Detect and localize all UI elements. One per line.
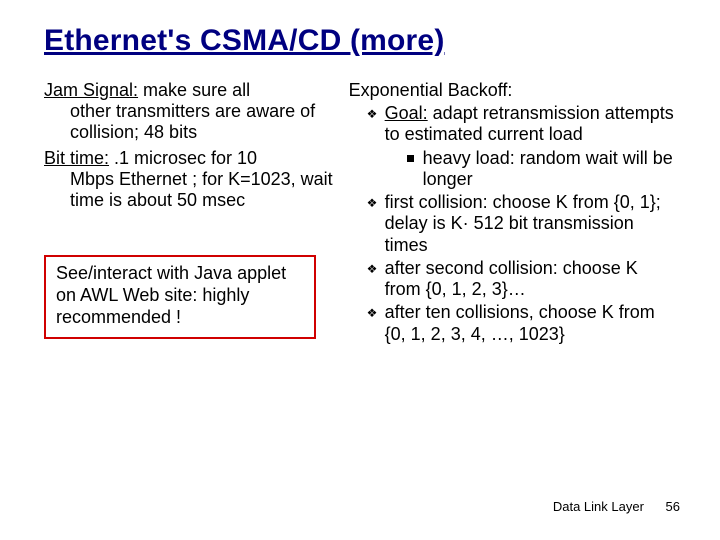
- goal-label: Goal:: [385, 103, 428, 123]
- list-item: Goal: adapt retransmission attempts to e…: [367, 103, 676, 190]
- jam-signal-inline: make sure all: [138, 80, 250, 100]
- goal-sublist: heavy load: random wait will be longer: [385, 148, 676, 190]
- callout-box: See/interact with Java applet on AWL Web…: [44, 255, 316, 339]
- bit-time-label: Bit time:: [44, 148, 109, 168]
- backoff-list: Goal: adapt retransmission attempts to e…: [349, 103, 676, 345]
- jam-signal-block: Jam Signal: make sure all other transmit…: [44, 80, 337, 144]
- list-item: after ten collisions, choose K from {0, …: [367, 302, 676, 344]
- backoff-heading: Exponential Backoff:: [349, 80, 676, 101]
- list-item: after second collision: choose K from {0…: [367, 258, 676, 300]
- left-column: Jam Signal: make sure all other transmit…: [44, 80, 337, 347]
- page-number: 56: [666, 499, 680, 514]
- slide-title: Ethernet's CSMA/CD (more): [44, 24, 676, 58]
- goal-text: adapt retransmission attempts to estimat…: [385, 103, 674, 144]
- right-column: Exponential Backoff: Goal: adapt retrans…: [349, 80, 676, 347]
- bit-time-body: Mbps Ethernet ; for K=1023, wait time is…: [44, 169, 337, 211]
- columns: Jam Signal: make sure all other transmit…: [44, 80, 676, 347]
- jam-signal-body: other transmitters are aware of collisio…: [44, 101, 337, 143]
- bit-time-inline: .1 microsec for 10: [109, 148, 257, 168]
- list-item: first collision: choose K from {0, 1}; d…: [367, 192, 676, 256]
- footer-section: Data Link Layer: [553, 499, 644, 514]
- slide: Ethernet's CSMA/CD (more) Jam Signal: ma…: [0, 0, 720, 540]
- footer: Data Link Layer 56: [553, 499, 680, 514]
- bit-time-block: Bit time: .1 microsec for 10 Mbps Ethern…: [44, 148, 337, 212]
- jam-signal-label: Jam Signal:: [44, 80, 138, 100]
- list-item: heavy load: random wait will be longer: [407, 148, 676, 190]
